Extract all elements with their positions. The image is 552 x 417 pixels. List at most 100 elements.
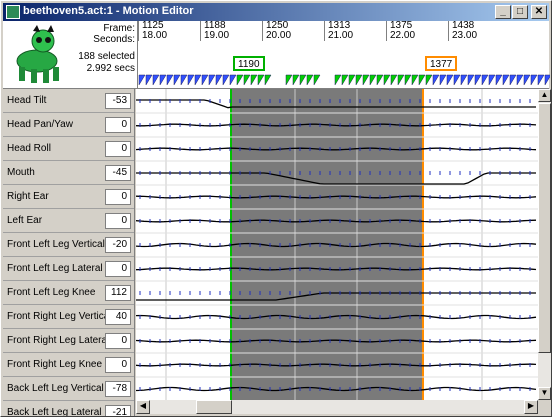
joint-value-field[interactable]: 0 bbox=[105, 213, 131, 229]
joint-value-field[interactable]: 0 bbox=[105, 141, 131, 157]
keyframe-marker bbox=[166, 74, 174, 86]
title-bar[interactable]: beethoven5.act:1 - Motion Editor _ □ ✕ bbox=[3, 3, 549, 21]
keyframe-marker bbox=[446, 74, 454, 86]
keyframe-marker bbox=[369, 74, 377, 86]
keyframe-marker bbox=[180, 74, 188, 86]
keyframe-marker bbox=[215, 74, 223, 86]
keyframe-marker bbox=[334, 74, 342, 86]
joint-value-field[interactable]: 0 bbox=[105, 189, 131, 205]
keyframe-marker bbox=[453, 74, 461, 86]
joint-row[interactable]: Mouth -45 bbox=[3, 161, 134, 185]
scroll-right-arrow-icon[interactable]: ▶ bbox=[524, 400, 538, 414]
keyframe-marker bbox=[285, 74, 293, 86]
keyframe-marker bbox=[138, 74, 146, 86]
joint-name: Right Ear bbox=[7, 191, 49, 202]
horizontal-scroll-thumb[interactable] bbox=[196, 400, 232, 414]
joint-row[interactable]: Head Tilt -53 bbox=[3, 89, 134, 113]
keyframe-marker bbox=[264, 74, 272, 86]
joint-list: Head Tilt -53 Head Pan/Yaw 0 Head Roll 0 Mo… bbox=[3, 89, 135, 416]
joint-name: Front Left Leg Lateral bbox=[7, 263, 103, 274]
ruler-tick: 1438 23.00 bbox=[448, 21, 477, 41]
joint-row[interactable]: Front Right Leg Lateral 0 bbox=[3, 329, 134, 353]
keyframe-marker bbox=[411, 74, 419, 86]
joint-row[interactable]: Front Left Leg Knee 112 bbox=[3, 281, 134, 305]
keyframe-marker bbox=[201, 74, 209, 86]
selected-duration: 2.992 secs bbox=[86, 63, 135, 74]
joint-name: Front Right Leg Vertical bbox=[7, 311, 112, 322]
joint-name: Head Pan/Yaw bbox=[7, 119, 73, 130]
joint-row[interactable]: Left Ear 0 bbox=[3, 209, 134, 233]
keyframe-marker bbox=[257, 74, 265, 86]
joint-value-field[interactable]: 0 bbox=[105, 357, 131, 373]
frame-label: Frame: bbox=[103, 23, 135, 34]
ruler-tick: 1250 20.00 bbox=[262, 21, 291, 41]
joint-value-field[interactable]: -21 bbox=[105, 405, 131, 416]
joint-row[interactable]: Head Roll 0 bbox=[3, 137, 134, 161]
keyframe-marker bbox=[243, 74, 251, 86]
joint-value-field[interactable]: -20 bbox=[105, 237, 131, 253]
app-icon bbox=[6, 5, 20, 19]
keyframe-marker bbox=[530, 74, 538, 86]
keyframe-marker bbox=[222, 74, 230, 86]
keyframe-marker bbox=[299, 74, 307, 86]
joint-value-field[interactable]: 112 bbox=[105, 285, 131, 301]
close-button[interactable]: ✕ bbox=[531, 5, 547, 19]
joint-row[interactable]: Front Left Leg Vertical -20 bbox=[3, 233, 134, 257]
joint-value-field[interactable]: 0 bbox=[105, 333, 131, 349]
keyframe-marker bbox=[159, 74, 167, 86]
keyframe-strip[interactable] bbox=[138, 73, 550, 87]
ruler-tick: 1125 18.00 bbox=[138, 21, 167, 41]
joint-row[interactable]: Right Ear 0 bbox=[3, 185, 134, 209]
motion-curves-plot[interactable] bbox=[136, 89, 538, 400]
keyframe-marker bbox=[432, 74, 440, 86]
keyframe-marker bbox=[418, 74, 426, 86]
keyframe-marker bbox=[404, 74, 412, 86]
joint-value-field[interactable]: 0 bbox=[105, 117, 131, 133]
keyframe-marker bbox=[537, 74, 545, 86]
joint-value-field[interactable]: -53 bbox=[105, 93, 131, 109]
joint-row[interactable]: Front Right Leg Vertical 40 bbox=[3, 305, 134, 329]
joint-row[interactable]: Front Left Leg Lateral 0 bbox=[3, 257, 134, 281]
vertical-scrollbar[interactable]: ▲ ▼ bbox=[538, 89, 551, 400]
keyframe-marker bbox=[460, 74, 468, 86]
joint-name: Head Roll bbox=[7, 143, 51, 154]
joint-row[interactable]: Front Right Leg Knee 0 bbox=[3, 353, 134, 377]
keyframe-marker bbox=[236, 74, 244, 86]
selection-info: 188 selected 2.992 secs bbox=[71, 51, 135, 75]
keyframe-marker bbox=[544, 74, 550, 86]
keyframe-marker bbox=[488, 74, 496, 86]
time-ruler[interactable]: 1125 18.00 1188 19.00 1250 20.00 1313 21.00 … bbox=[137, 21, 550, 89]
selection-end-marker[interactable]: 1377 bbox=[425, 56, 458, 71]
keyframe-marker bbox=[292, 74, 300, 86]
joint-value-field[interactable]: 40 bbox=[105, 309, 131, 325]
scroll-down-arrow-icon[interactable]: ▼ bbox=[538, 387, 551, 400]
joint-value-field[interactable]: -78 bbox=[105, 381, 131, 397]
keyframe-marker bbox=[474, 74, 482, 86]
joint-name: Front Left Leg Knee bbox=[7, 287, 96, 298]
keyframe-marker bbox=[495, 74, 503, 86]
joint-row[interactable]: Back Left Leg Vertical -78 bbox=[3, 377, 134, 401]
joint-value-field[interactable]: 0 bbox=[105, 261, 131, 277]
horizontal-scrollbar[interactable]: ◀ ▶ bbox=[136, 400, 538, 414]
ruler-tick: 1188 19.00 bbox=[200, 21, 229, 41]
keyframe-marker bbox=[187, 74, 195, 86]
joint-row[interactable]: Back Left Leg Lateral -21 bbox=[3, 401, 134, 416]
joint-row[interactable]: Head Pan/Yaw 0 bbox=[3, 113, 134, 137]
vertical-scroll-thumb[interactable] bbox=[538, 103, 551, 353]
joint-name: Front Right Leg Lateral bbox=[7, 335, 110, 346]
joint-name: Back Left Leg Lateral bbox=[7, 407, 102, 416]
joint-value-field[interactable]: -45 bbox=[105, 165, 131, 181]
minimize-button[interactable]: _ bbox=[495, 5, 511, 19]
keyframe-marker bbox=[439, 74, 447, 86]
window-title: beethoven5.act:1 - Motion Editor bbox=[23, 5, 194, 17]
keyframe-marker bbox=[397, 74, 405, 86]
keyframe-marker bbox=[229, 74, 237, 86]
keyframe-marker bbox=[145, 74, 153, 86]
maximize-button[interactable]: □ bbox=[512, 5, 528, 19]
selection-start-marker[interactable]: 1190 bbox=[233, 56, 265, 71]
keyframe-marker bbox=[467, 74, 475, 86]
scroll-up-arrow-icon[interactable]: ▲ bbox=[538, 89, 551, 102]
keyframe-marker bbox=[523, 74, 531, 86]
joint-name: Left Ear bbox=[7, 215, 43, 226]
scroll-left-arrow-icon[interactable]: ◀ bbox=[136, 400, 150, 414]
